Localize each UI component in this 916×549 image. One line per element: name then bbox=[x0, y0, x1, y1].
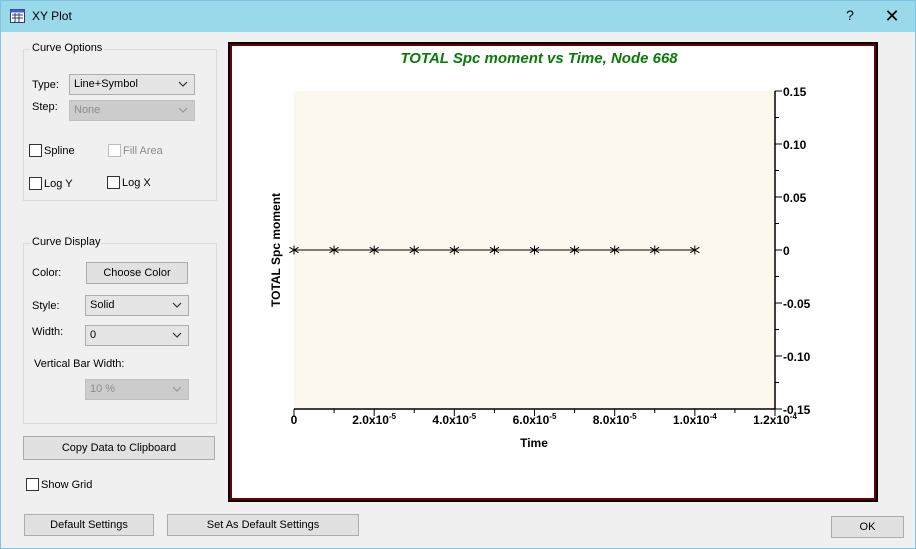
default-settings-button[interactable]: Default Settings bbox=[24, 514, 154, 536]
y-tick-label: -0.15 bbox=[783, 403, 811, 417]
style-select-value: Solid bbox=[90, 299, 115, 311]
color-label: Color: bbox=[32, 267, 62, 279]
set-as-default-button[interactable]: Set As Default Settings bbox=[167, 514, 359, 536]
chevron-down-icon bbox=[178, 107, 188, 113]
log-x-checkbox[interactable] bbox=[107, 176, 120, 189]
title-bar: XY Plot ? ✕ bbox=[1, 1, 915, 32]
x-tick-label: 0 bbox=[291, 413, 298, 427]
x-tick-label: 2.0x10-5 bbox=[352, 412, 396, 427]
xy-plot-window: XY Plot ? ✕ Curve Options Type: Line+Sym… bbox=[0, 0, 916, 549]
y-tick-label: 0.10 bbox=[783, 138, 807, 152]
chevron-down-icon bbox=[172, 386, 182, 392]
chart-title: TOTAL Spc moment vs Time, Node 668 bbox=[400, 50, 678, 67]
step-select[interactable]: None bbox=[69, 100, 195, 121]
log-y-checkbox[interactable] bbox=[29, 177, 42, 190]
spline-label: Spline bbox=[44, 145, 75, 157]
show-grid-label: Show Grid bbox=[41, 479, 93, 491]
step-label: Step: bbox=[32, 101, 58, 113]
width-select[interactable]: 0 bbox=[85, 325, 189, 346]
spline-checkbox[interactable] bbox=[29, 144, 42, 157]
vertical-bar-width-value: 10 % bbox=[90, 383, 116, 395]
chevron-down-icon bbox=[172, 332, 182, 338]
log-y-label: Log Y bbox=[44, 178, 73, 190]
style-select[interactable]: Solid bbox=[85, 295, 189, 316]
fill-area-label: Fill Area bbox=[123, 145, 163, 157]
x-axis-label: Time bbox=[520, 436, 548, 450]
step-select-value: None bbox=[74, 104, 101, 116]
type-label: Type: bbox=[32, 79, 59, 91]
y-tick-label: 0 bbox=[783, 244, 790, 258]
style-label: Style: bbox=[32, 300, 60, 312]
y-tick-label: -0.10 bbox=[783, 350, 811, 364]
y-tick-label: 0.15 bbox=[783, 85, 807, 99]
x-tick-label: 1.0x10-4 bbox=[673, 412, 717, 427]
chevron-down-icon bbox=[178, 81, 188, 87]
width-label: Width: bbox=[32, 326, 64, 338]
window-title: XY Plot bbox=[32, 9, 72, 23]
width-select-value: 0 bbox=[90, 329, 97, 341]
x-tick-label: 4.0x10-5 bbox=[432, 412, 476, 427]
y-tick-label: 0.05 bbox=[783, 191, 807, 205]
type-select[interactable]: Line+Symbol bbox=[69, 74, 195, 95]
close-button[interactable]: ✕ bbox=[884, 7, 900, 25]
log-x-label: Log X bbox=[122, 177, 151, 189]
y-axis-label: TOTAL Spc moment bbox=[269, 193, 283, 307]
chevron-down-icon bbox=[172, 302, 182, 308]
x-tick-label: 6.0x10-5 bbox=[513, 412, 557, 427]
fill-area-checkbox[interactable] bbox=[108, 144, 121, 157]
x-tick-label: 8.0x10-5 bbox=[593, 412, 637, 427]
ok-button[interactable]: OK bbox=[831, 516, 904, 538]
copy-data-button[interactable]: Copy Data to Clipboard bbox=[23, 436, 215, 460]
vertical-bar-width-label: Vertical Bar Width: bbox=[34, 358, 125, 370]
chart-frame: TOTAL Spc moment vs Time, Node 668 0 2.0x… bbox=[228, 42, 878, 502]
xy-plot-chart: TOTAL Spc moment vs Time, Node 668 0 2.0x… bbox=[269, 50, 811, 450]
xy-plot-app-icon bbox=[10, 9, 25, 23]
show-grid-checkbox[interactable] bbox=[26, 478, 39, 491]
type-select-value: Line+Symbol bbox=[74, 78, 138, 90]
vertical-bar-width-select[interactable]: 10 % bbox=[85, 379, 189, 400]
curve-options-title: Curve Options bbox=[31, 42, 104, 54]
help-button[interactable]: ? bbox=[843, 7, 857, 25]
y-tick-label: -0.05 bbox=[783, 297, 811, 311]
choose-color-button[interactable]: Choose Color bbox=[86, 262, 188, 284]
curve-display-title: Curve Display bbox=[31, 236, 102, 248]
chart-panel: TOTAL Spc moment vs Time, Node 668 0 2.0x… bbox=[230, 44, 876, 500]
